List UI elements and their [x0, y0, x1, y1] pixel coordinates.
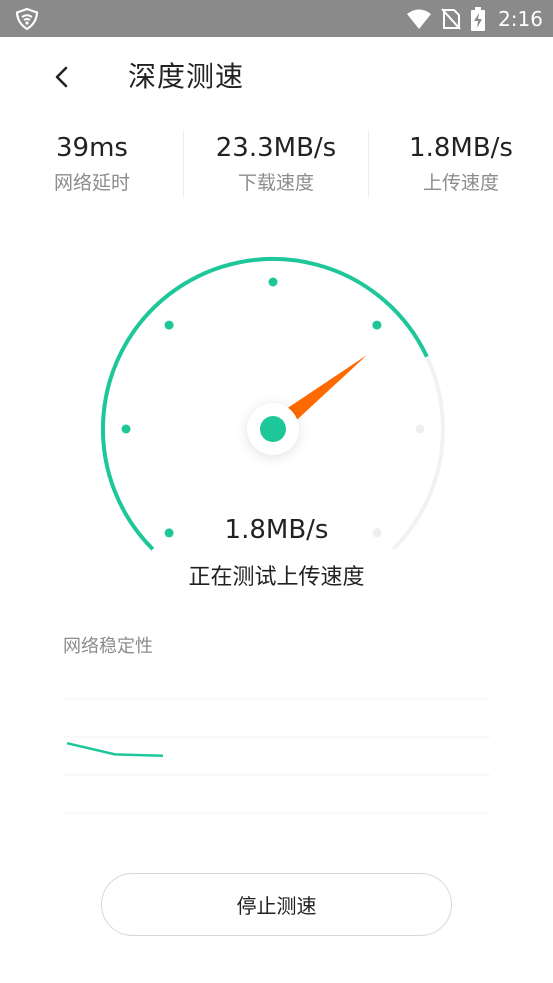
gauge-progress-arc — [101, 256, 429, 551]
status-time: 2:16 — [498, 6, 543, 31]
page-title: 深度测速 — [128, 60, 245, 93]
shield-icon — [15, 7, 39, 31]
chevron-left-icon — [55, 66, 68, 88]
header: 深度测速 — [0, 37, 553, 117]
no-sim-icon — [441, 7, 461, 30]
stats-row: 39ms 网络延时 23.3MB/s 下载速度 1.8MB/s 上传速度 — [0, 128, 553, 200]
latency-value: 39ms — [56, 133, 128, 163]
needle-hub — [260, 416, 286, 442]
download-label: 下载速度 — [237, 172, 314, 194]
speed-gauge: 1.8MB/s 正在测试上传速度 — [0, 220, 553, 620]
status-bar: 2:16 — [0, 0, 553, 37]
stability-line — [66, 741, 164, 758]
gauge-tick-dot — [164, 320, 174, 330]
gauge-needle — [282, 354, 368, 425]
gauge-tick-dot — [268, 277, 278, 287]
gauge-tick-dot — [415, 424, 425, 434]
gauge-speed-value: 1.8MB/s — [224, 515, 329, 545]
gauge-status-text: 正在测试上传速度 — [188, 565, 365, 590]
stop-test-button[interactable]: 停止测速 — [101, 873, 452, 936]
wifi-icon — [407, 9, 432, 29]
download-value: 23.3MB/s — [215, 133, 337, 163]
upload-label: 上传速度 — [422, 172, 499, 194]
download-stat: 23.3MB/s 下载速度 — [184, 128, 368, 198]
upload-value: 1.8MB/s — [409, 133, 513, 163]
upload-stat: 1.8MB/s 上传速度 — [369, 128, 553, 198]
gauge-tick-dot — [121, 424, 131, 434]
gauge-tick-dot — [372, 320, 382, 330]
latency-label: 网络延时 — [53, 172, 130, 194]
stability-chart — [63, 698, 490, 814]
back-button[interactable] — [40, 57, 84, 97]
stability-title: 网络稳定性 — [63, 636, 153, 657]
latency-stat: 39ms 网络延时 — [0, 128, 184, 198]
battery-charging-icon — [471, 6, 486, 31]
